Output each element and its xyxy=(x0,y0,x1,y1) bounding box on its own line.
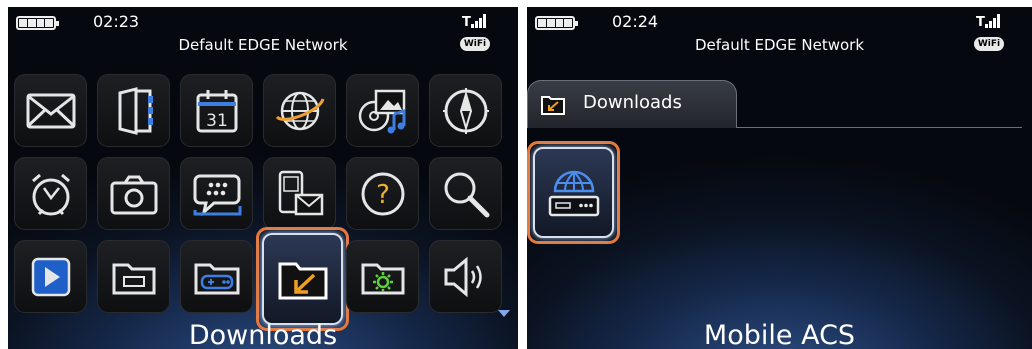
games-folder-icon xyxy=(194,263,239,294)
app-sounds[interactable] xyxy=(429,240,502,313)
signal-strength-icon: T xyxy=(976,12,1002,30)
app-folder[interactable] xyxy=(97,240,170,313)
app-calendar[interactable]: 31 xyxy=(180,74,253,147)
clock-time: 02:23 xyxy=(93,12,140,31)
scroll-down-arrow-icon[interactable] xyxy=(498,310,510,317)
calendar-day: 31 xyxy=(206,111,228,131)
search-icon xyxy=(444,172,489,217)
signal-strength-icon: T xyxy=(462,12,488,30)
home-screen-left: 02:23 Default EDGE Network T WiFi 31 ? D… xyxy=(8,7,518,349)
text-messages-icon xyxy=(278,170,323,215)
wifi-badge: WiFi xyxy=(974,37,1004,51)
alarm-clock-icon xyxy=(31,173,70,215)
compass-icon xyxy=(442,87,489,134)
selected-app-label: Mobile ACS xyxy=(703,320,856,349)
folder-tab-label: Downloads xyxy=(583,92,682,113)
app-messages[interactable] xyxy=(14,74,87,147)
app-setup[interactable] xyxy=(346,240,419,313)
help-question-icon: ? xyxy=(361,172,404,215)
calendar-icon: 31 xyxy=(196,89,237,132)
app-maps[interactable] xyxy=(429,74,502,147)
envelope-icon xyxy=(26,93,75,128)
status-bar: 02:23 Default EDGE Network T WiFi xyxy=(8,7,518,65)
app-mobile-acs[interactable] xyxy=(533,147,614,238)
network-name: Default EDGE Network xyxy=(178,36,348,54)
downloads-folder-icon xyxy=(278,262,327,300)
contacts-book-icon xyxy=(118,86,153,135)
app-camera[interactable] xyxy=(97,157,170,230)
folder-divider xyxy=(737,127,1022,128)
status-bar: 02:24 Default EDGE Network T WiFi xyxy=(527,7,1032,65)
sound-icon xyxy=(444,256,482,297)
app-videos[interactable] xyxy=(14,240,87,313)
browser-globe-icon xyxy=(275,91,324,130)
play-video-icon xyxy=(31,257,70,296)
mobile-acs-globe-icon xyxy=(548,170,599,216)
app-search[interactable] xyxy=(429,157,502,230)
folder-icon xyxy=(112,263,155,294)
selected-app-label: Downloads xyxy=(188,320,338,349)
battery-icon xyxy=(535,16,578,30)
network-name: Default EDGE Network xyxy=(694,36,865,54)
app-browser[interactable] xyxy=(263,74,336,147)
media-icon xyxy=(358,89,405,133)
folder-tab[interactable]: Downloads xyxy=(527,80,737,128)
app-text-messages[interactable] xyxy=(263,157,336,230)
wifi-badge: WiFi xyxy=(460,37,490,51)
battery-icon xyxy=(16,16,59,30)
settings-folder-icon xyxy=(361,263,404,294)
app-media[interactable] xyxy=(346,74,419,147)
app-games[interactable] xyxy=(180,240,253,313)
app-contacts[interactable] xyxy=(97,74,170,147)
messenger-icon xyxy=(193,174,241,216)
app-help[interactable]: ? xyxy=(346,157,419,230)
clock-time: 02:24 xyxy=(612,12,659,31)
app-clock[interactable] xyxy=(14,157,87,230)
app-messenger[interactable] xyxy=(180,157,253,230)
downloads-folder-icon xyxy=(541,96,565,115)
svg-text:?: ? xyxy=(376,180,390,210)
downloads-folder-screen: 02:24 Default EDGE Network T WiFi Downlo… xyxy=(527,7,1032,349)
app-downloads[interactable] xyxy=(262,233,343,325)
camera-icon xyxy=(110,175,157,214)
